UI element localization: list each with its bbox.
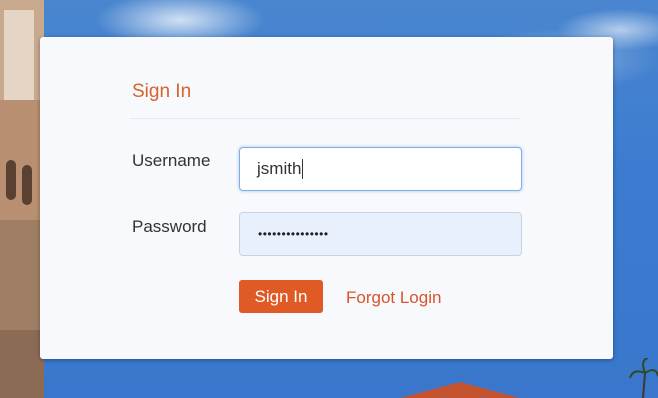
forgot-login-link[interactable]: Forgot Login — [346, 288, 441, 308]
sign-in-panel: Sign In Username jsmith Password •••••••… — [40, 37, 613, 359]
username-label: Username — [132, 151, 211, 170]
password-masked-value: ••••••••••••••• — [258, 227, 329, 241]
campus-building-image — [0, 0, 44, 398]
sign-in-button[interactable]: Sign In — [239, 280, 323, 313]
password-label: Password — [132, 217, 207, 236]
title-divider — [130, 118, 521, 119]
username-input[interactable]: jsmith — [239, 147, 522, 191]
sign-in-title: Sign In — [132, 81, 192, 102]
username-value: jsmith — [257, 159, 302, 178]
text-caret — [302, 159, 304, 179]
password-input[interactable]: ••••••••••••••• — [239, 212, 522, 256]
roof-image — [400, 382, 520, 398]
palm-tree-image — [629, 358, 658, 398]
